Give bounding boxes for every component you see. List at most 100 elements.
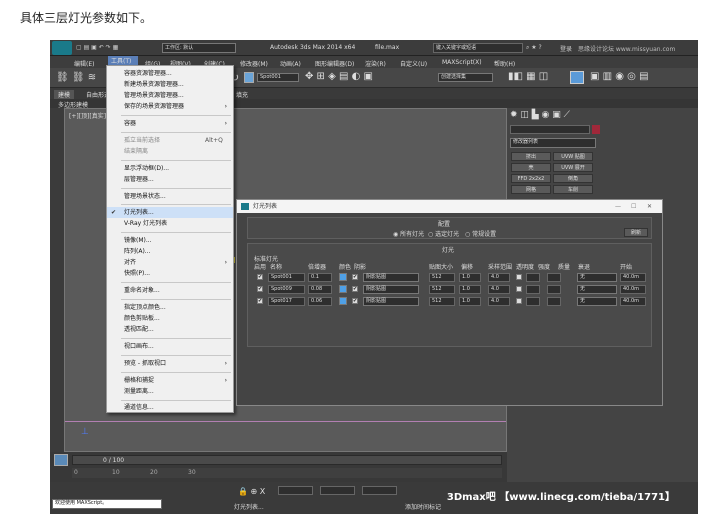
binoculars-icon[interactable]: ⌕ ★ ? (526, 44, 542, 52)
modifier-button[interactable]: 网格 (511, 185, 551, 194)
time-slider[interactable]: 0 / 100 (72, 455, 502, 465)
menu-item[interactable]: V-Ray 灯光列表 (107, 218, 233, 229)
enable-checkbox[interactable]: ✔ (257, 298, 263, 304)
menu-item[interactable]: 指定顶点颜色... (107, 302, 233, 313)
menu-animation[interactable]: 动画(A) (280, 59, 301, 68)
menu-item[interactable]: 阵列(A)... (107, 246, 233, 257)
menu-item[interactable]: 视口画布... (107, 341, 233, 352)
menu-item[interactable]: 管理场景状态... (107, 191, 233, 202)
menu-item[interactable]: 容器 › (107, 118, 233, 129)
map-size-spinner[interactable]: 512 (429, 273, 455, 282)
menu-item[interactable]: 显示浮动框(D)... (107, 163, 233, 174)
track-bar[interactable]: 0 10 20 30 (72, 468, 502, 478)
selection-filter-dropdown[interactable]: Spot001 (257, 73, 299, 82)
max-logo-icon[interactable] (52, 41, 72, 55)
shadow-checkbox[interactable]: ✔ (352, 274, 358, 280)
menu-item[interactable]: 重命名对象... (107, 285, 233, 296)
menu-item[interactable]: 层管理器... (107, 174, 233, 185)
color-swatch[interactable] (339, 285, 347, 293)
menu-item[interactable]: 颜色剪贴板... (107, 313, 233, 324)
intensity-spinner[interactable] (526, 273, 540, 282)
object-name-field[interactable] (510, 125, 590, 134)
named-selection-set[interactable]: 创建选择集 (438, 73, 493, 82)
intensity-spinner[interactable] (526, 297, 540, 306)
menu-item[interactable]: 容器资源管理器... (107, 68, 233, 79)
menu-item[interactable]: 测量距离... (107, 386, 233, 397)
enable-checkbox[interactable]: ✔ (257, 286, 263, 292)
modifier-button[interactable]: 挤出 (511, 152, 551, 161)
menu-customize[interactable]: 自定义(U) (400, 59, 427, 68)
menu-graph-editors[interactable]: 图形编辑器(D) (315, 59, 354, 68)
start-spinner[interactable]: 40.0m (620, 285, 646, 294)
shadow-type-dropdown[interactable]: 阴影贴图 (363, 273, 419, 282)
sample-range-spinner[interactable]: 4.0 (488, 273, 510, 282)
bias-spinner[interactable]: 1.0 (459, 273, 481, 282)
map-size-spinner[interactable]: 512 (429, 297, 455, 306)
sample-range-spinner[interactable]: 4.0 (488, 297, 510, 306)
menu-item[interactable]: 管理场景资源管理器... (107, 90, 233, 101)
menu-item[interactable]: 栅格和捕捉 › (107, 375, 233, 386)
start-spinner[interactable]: 40.0m (620, 273, 646, 282)
quick-access-icons[interactable]: ▢ ▤ ▣ ↶ ↷ ▦ (76, 44, 118, 51)
color-swatch[interactable] (339, 297, 347, 305)
modifier-button[interactable]: UVW 展开 (553, 163, 593, 172)
shadow-checkbox[interactable]: ✔ (352, 298, 358, 304)
quality-spinner[interactable] (547, 297, 561, 306)
search-input[interactable]: 键入关键字或短语 (433, 43, 523, 53)
minimize-icon[interactable]: — (615, 200, 621, 213)
modifier-button[interactable]: 壳 (511, 163, 551, 172)
multiplier-spinner[interactable]: 0.06 (308, 297, 332, 306)
user-label[interactable]: 登录 (560, 44, 572, 53)
shadow-type-dropdown[interactable]: 阴影贴图 (363, 285, 419, 294)
decay-dropdown[interactable]: 无 (577, 285, 617, 294)
menu-item[interactable]: 通道信息... (107, 402, 233, 413)
menu-item[interactable]: 对齐 › (107, 257, 233, 268)
menu-modifiers[interactable]: 修改器(M) (240, 59, 268, 68)
transparency-checkbox[interactable] (516, 286, 522, 292)
menu-item[interactable]: 孤立当前选择 Alt+Q (107, 135, 233, 146)
radio-all-lights[interactable]: ◉ 所有灯光 (393, 229, 424, 238)
quality-spinner[interactable] (547, 273, 561, 282)
mini-curve-icon[interactable] (54, 454, 68, 466)
start-spinner[interactable]: 40.0m (620, 297, 646, 306)
decay-dropdown[interactable]: 无 (577, 297, 617, 306)
bias-spinner[interactable]: 1.0 (459, 285, 481, 294)
add-time-tag[interactable]: 添加时间标记 (405, 502, 441, 511)
ribbon-tab-populate[interactable]: 填充 (236, 90, 248, 99)
map-size-spinner[interactable]: 512 (429, 285, 455, 294)
transparency-checkbox[interactable] (516, 274, 522, 280)
decay-dropdown[interactable]: 无 (577, 273, 617, 282)
x-coord-field[interactable] (278, 486, 313, 495)
modifier-list-dropdown[interactable]: 修改器列表 (510, 138, 596, 148)
menu-item[interactable]: 镜像(M)... (107, 235, 233, 246)
menu-item[interactable]: 透视匹配... (107, 324, 233, 335)
light-name-field[interactable]: Spot001 (268, 273, 305, 282)
light-name-field[interactable]: Spot009 (268, 285, 305, 294)
lock-icon[interactable]: 🔒 ⊕ X (238, 487, 265, 496)
material-editor-icon[interactable] (570, 71, 584, 84)
viewport-label[interactable]: [+][顶][真实] (69, 111, 106, 120)
enable-checkbox[interactable]: ✔ (257, 274, 263, 280)
modifier-button[interactable]: UVW 贴图 (553, 152, 593, 161)
ribbon-tab-modeling[interactable]: 建模 (54, 90, 75, 99)
link-icon[interactable]: ⛓ ⛓ ≋ (56, 72, 96, 83)
modifier-button[interactable]: 车削 (553, 185, 593, 194)
menu-item[interactable]: 结束隔离 (107, 146, 233, 157)
menu-item[interactable]: 预览 - 抓取视口 › (107, 358, 233, 369)
menu-help[interactable]: 帮助(H) (494, 59, 515, 68)
render-setup-icon[interactable]: ▣ ▥ ◉ ◎ ▤ (590, 71, 649, 82)
menu-item[interactable]: 保存的场景资源管理器 › (107, 101, 233, 112)
menu-item-light-lister[interactable]: ✔ 灯光列表... (107, 207, 233, 218)
move-icon[interactable]: ✥ ⊞ ◈ ▤ ◐ ▣ (305, 71, 373, 82)
modifier-button[interactable]: 倒角 (553, 174, 593, 183)
menu-item[interactable]: 新建场景资源管理器... (107, 79, 233, 90)
intensity-spinner[interactable] (526, 285, 540, 294)
menu-maxscript[interactable]: MAXScript(X) (442, 59, 482, 66)
radio-general-settings[interactable]: ○ 常规设置 (465, 229, 496, 238)
modifier-button[interactable]: FFD 2x2x2 (511, 174, 551, 183)
object-color-swatch[interactable] (592, 125, 600, 134)
maxscript-listener[interactable]: 欢迎使用 MAXScript。 (52, 499, 162, 509)
close-icon[interactable]: ✕ (647, 200, 652, 213)
multiplier-spinner[interactable]: 0.08 (308, 285, 332, 294)
radio-selected-lights[interactable]: ○ 选定灯光 (428, 229, 459, 238)
